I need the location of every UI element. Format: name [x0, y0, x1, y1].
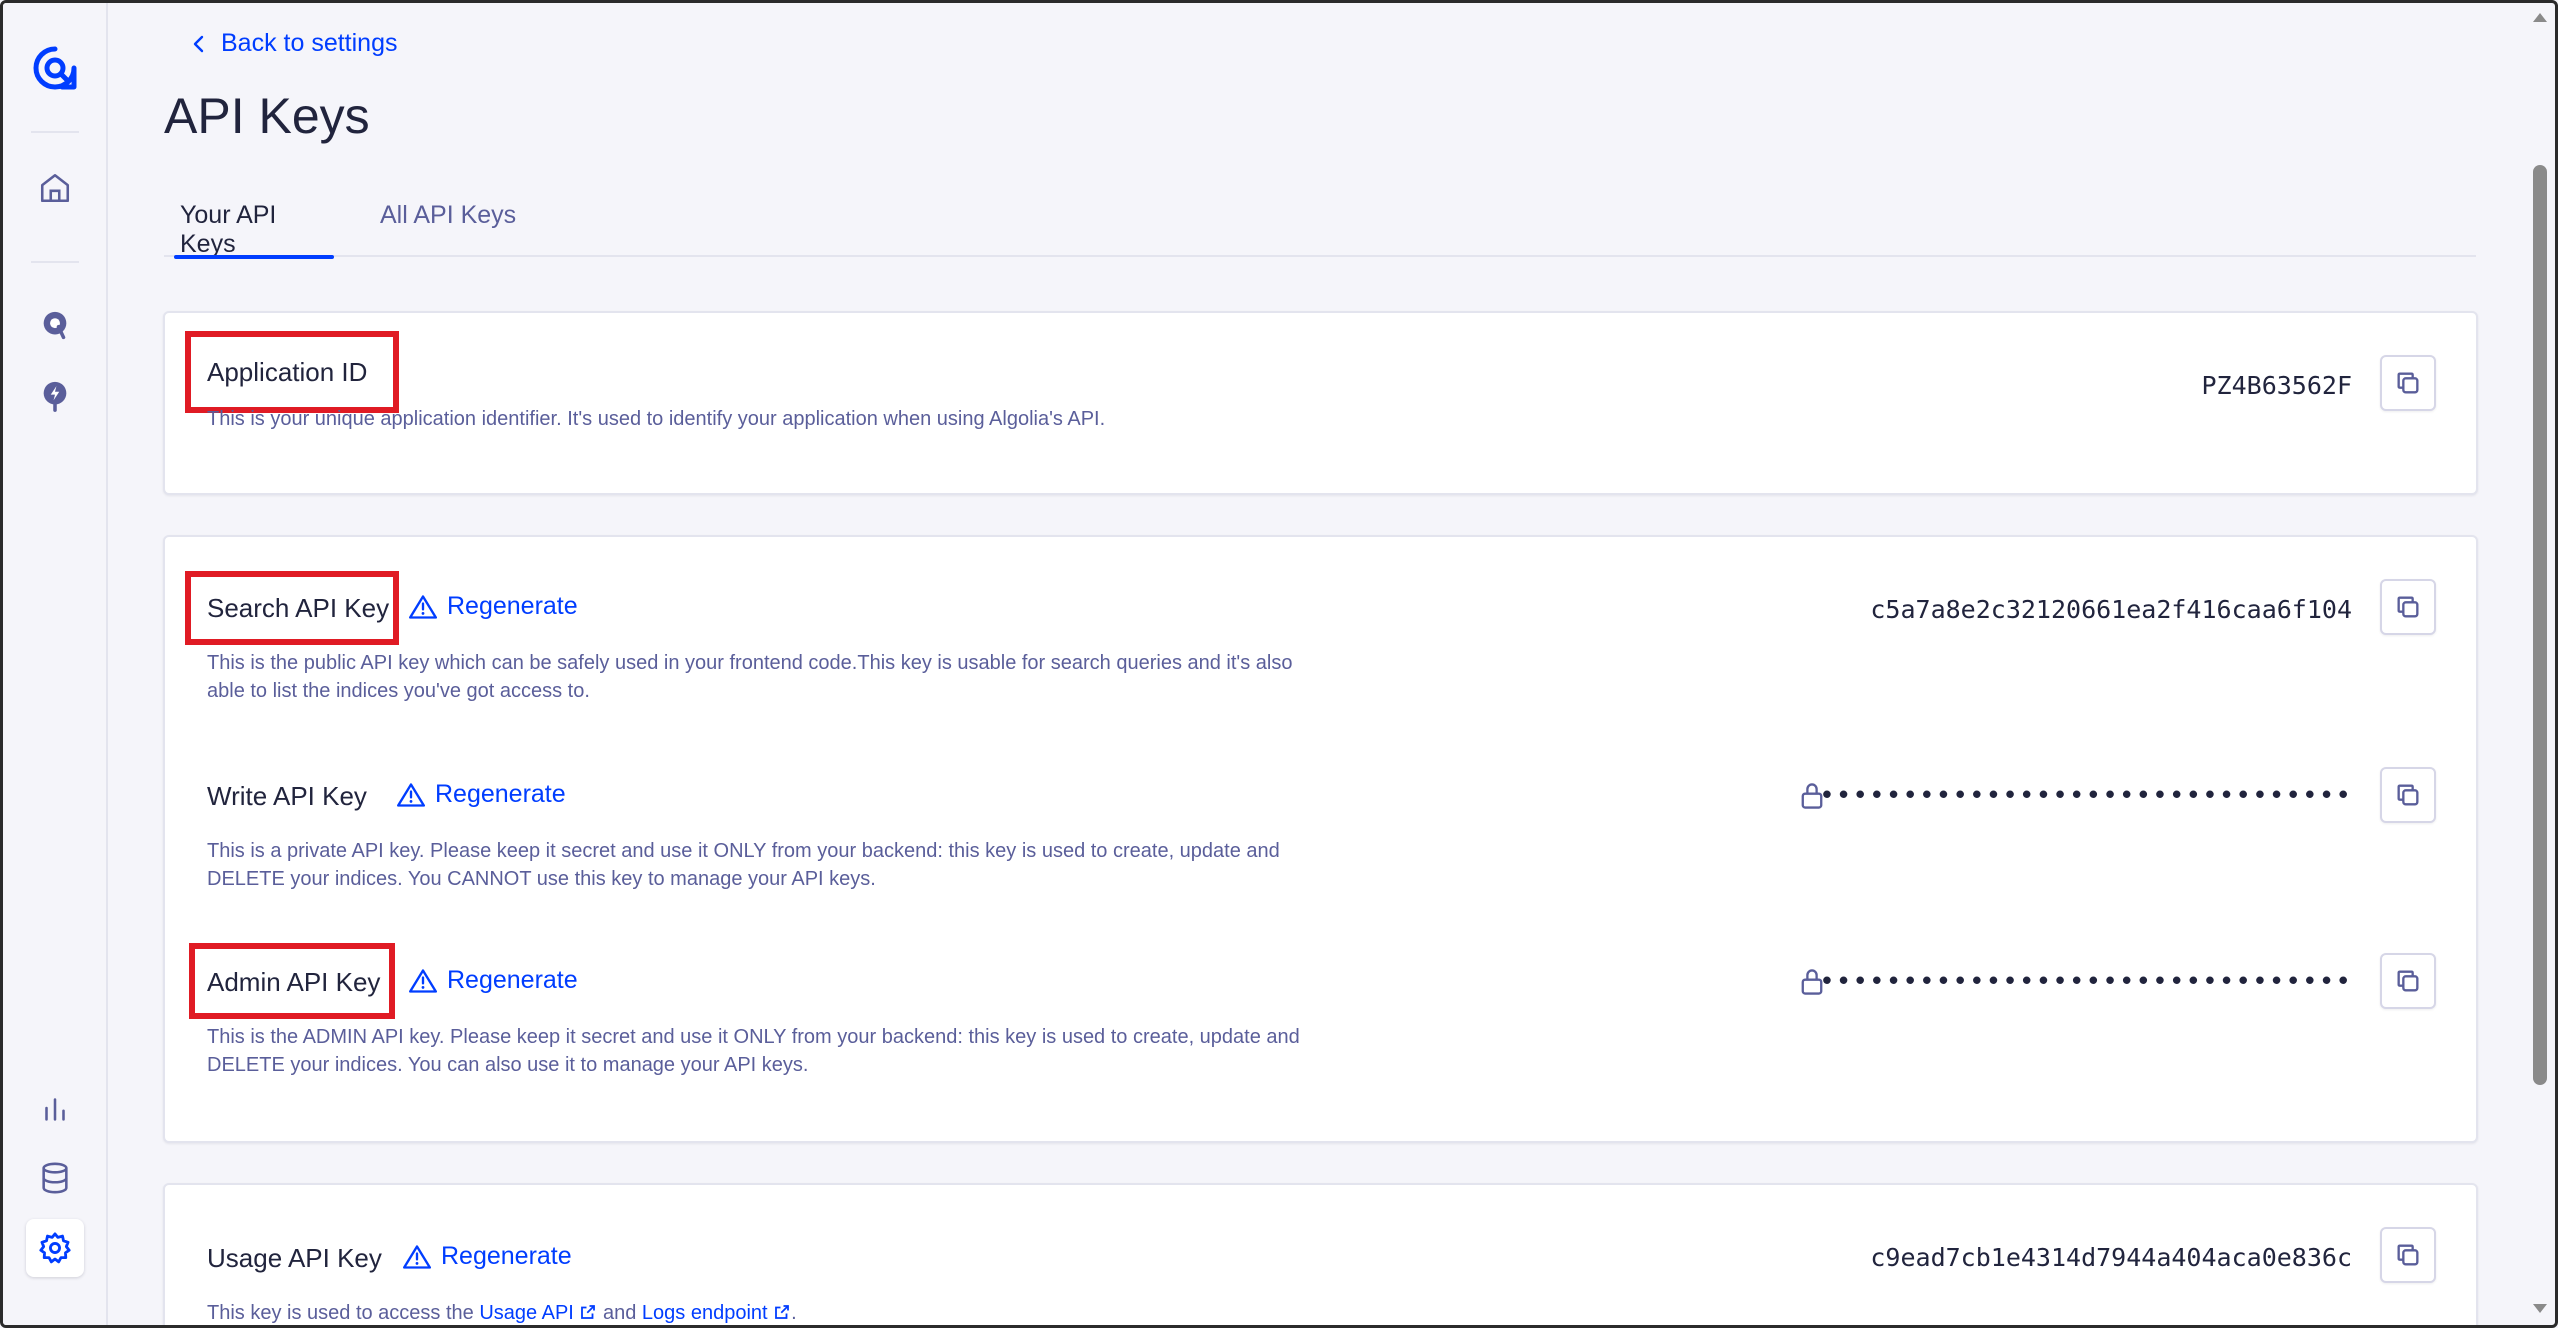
admin-api-key-description: This is the ADMIN API key. Please keep i… [207, 1026, 1300, 1076]
tab-label: Your API Keys [180, 201, 277, 258]
back-to-settings-link[interactable]: Back to settings [191, 29, 397, 58]
warning-icon [409, 968, 437, 993]
write-api-key-label: Write API Key [207, 781, 367, 811]
search-api-key-description: This is the public API key which can be … [207, 652, 1293, 702]
copy-search-key-button[interactable] [2380, 579, 2436, 635]
scroll-down-arrow-icon[interactable] [2533, 1304, 2547, 1313]
regenerate-label: Regenerate [435, 780, 566, 808]
admin-api-key-label: Admin API Key [207, 967, 381, 997]
regenerate-usage-key-button[interactable]: Regenerate [403, 1242, 572, 1271]
usage-api-key-label: Usage API Key [207, 1243, 382, 1273]
sidebar-item-search[interactable] [26, 297, 84, 355]
regenerate-admin-key-button[interactable]: Regenerate [409, 966, 578, 995]
tab-your-api-keys[interactable]: Your API Keys [174, 201, 334, 259]
regenerate-write-key-button[interactable]: Regenerate [397, 780, 566, 809]
chevron-left-icon [193, 35, 204, 52]
home-icon [40, 173, 70, 203]
application-id-label: Application ID [207, 357, 368, 387]
bolt-pin-icon [43, 381, 67, 412]
sidebar-divider [31, 131, 79, 133]
tab-label: All API Keys [380, 201, 517, 229]
tab-active-indicator [174, 255, 334, 259]
application-id-description: This is your unique application identifi… [207, 408, 1106, 430]
description-text: and [597, 1302, 642, 1324]
logs-endpoint-link-label: Logs endpoint [641, 1302, 768, 1324]
sidebar-item-settings[interactable] [26, 1219, 84, 1277]
database-icon [42, 1162, 68, 1194]
app-window: Back to settings API Keys Your API Keys … [0, 0, 2558, 1328]
main-content: Back to settings API Keys Your API Keys … [108, 3, 2525, 1325]
copy-icon [2397, 1244, 2419, 1266]
usage-api-key-description: This key is used to access the Usage API… [207, 1299, 1607, 1325]
sidebar-item-data-sources[interactable] [26, 1149, 84, 1207]
search-api-key-value: c5a7a8e2c32120661ea2f416caa6f104 [1870, 595, 2352, 624]
usage-api-link-label: Usage API [479, 1302, 574, 1324]
external-link-icon [775, 1305, 790, 1319]
regenerate-label: Regenerate [447, 966, 578, 994]
api-keys-card: Search API Key Regenerate This is the pu… [163, 535, 2478, 1143]
description-text: . [791, 1302, 797, 1324]
usage-api-link[interactable]: Usage API [479, 1302, 597, 1324]
warning-icon [403, 1244, 431, 1269]
back-link-label: Back to settings [221, 29, 398, 57]
scroll-up-arrow-icon[interactable] [2533, 13, 2547, 22]
sidebar-item-home[interactable] [26, 159, 84, 217]
application-id-value: PZ4B63562F [2201, 371, 2352, 400]
search-pin-icon [43, 311, 67, 340]
copy-icon [2397, 970, 2419, 992]
warning-icon [409, 594, 437, 619]
warning-icon [397, 782, 425, 807]
copy-application-id-button[interactable] [2380, 355, 2436, 411]
regenerate-label: Regenerate [441, 1242, 572, 1270]
search-api-key-label: Search API Key [207, 593, 390, 623]
usage-api-key-value: c9ead7cb1e4314d7944a404aca0e836c [1870, 1243, 2352, 1272]
bar-chart-icon [45, 1098, 65, 1121]
write-api-key-value: •••••••••••••••••••••••••••••••• [1819, 781, 2352, 811]
sidebar [3, 3, 108, 1325]
tab-all-api-keys[interactable]: All API Keys [374, 201, 522, 257]
application-id-card: Application ID This is your unique appli… [163, 311, 2478, 495]
page-title: API Keys [164, 88, 370, 144]
admin-api-key-value: •••••••••••••••••••••••••••••••• [1819, 967, 2352, 997]
description-text: This key is used to access the [207, 1302, 480, 1324]
vertical-scrollbar[interactable] [2528, 3, 2552, 1325]
scrollbar-thumb[interactable] [2533, 165, 2547, 1085]
regenerate-label: Regenerate [447, 592, 578, 620]
copy-icon [2397, 596, 2419, 618]
write-api-key-description: This is a private API key. Please keep i… [207, 840, 1280, 890]
copy-write-key-button[interactable] [2380, 767, 2436, 823]
sidebar-item-recommend[interactable] [26, 367, 84, 425]
copy-icon [2397, 784, 2419, 806]
tab-bar: Your API Keys All API Keys [164, 189, 2476, 259]
external-link-icon [581, 1305, 596, 1319]
copy-usage-key-button[interactable] [2380, 1227, 2436, 1283]
usage-api-key-card: Usage API Key Regenerate This key is use… [163, 1183, 2478, 1325]
gear-icon [39, 1232, 71, 1264]
copy-icon [2397, 372, 2419, 394]
regenerate-search-key-button[interactable]: Regenerate [409, 592, 578, 621]
logs-endpoint-link[interactable]: Logs endpoint [642, 1302, 791, 1324]
sidebar-divider [31, 261, 79, 263]
copy-admin-key-button[interactable] [2380, 953, 2436, 1009]
sidebar-item-analytics[interactable] [26, 1079, 84, 1137]
algolia-logo-icon[interactable] [26, 39, 84, 97]
